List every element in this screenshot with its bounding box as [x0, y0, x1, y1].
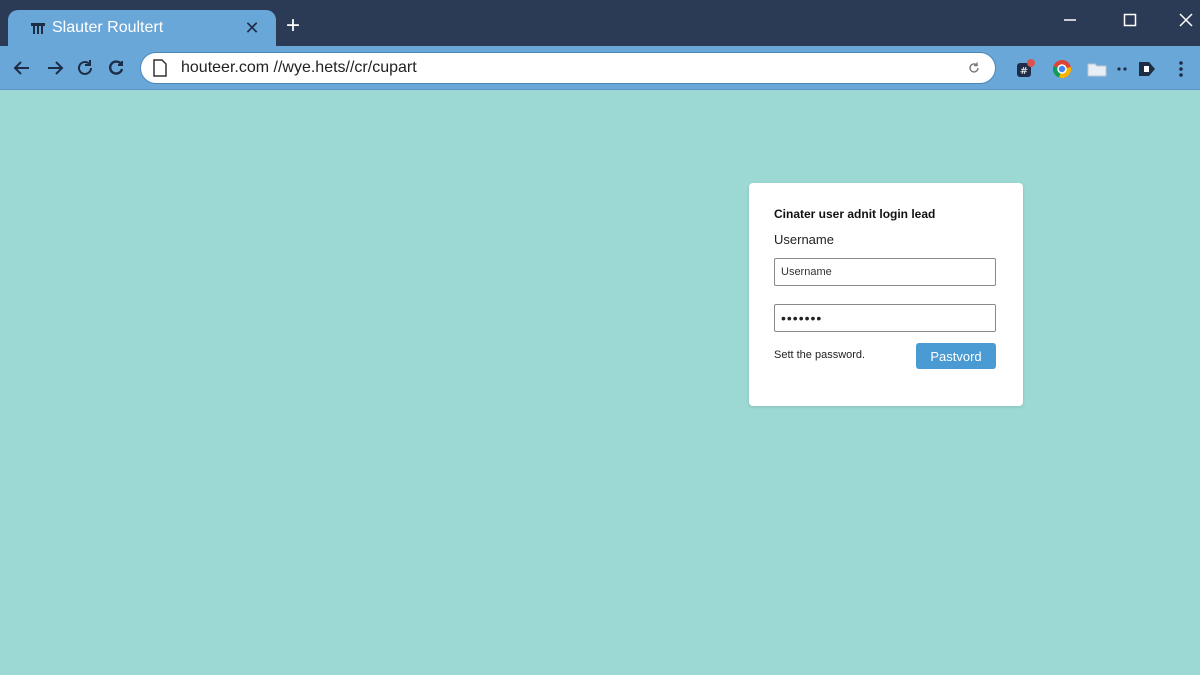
minimize-button[interactable] [1056, 8, 1084, 32]
login-card: Cinater user adnit login lead Username S… [749, 183, 1023, 406]
router-icon [30, 21, 46, 35]
login-title: Cinater user adnit login lead [774, 207, 936, 221]
menu-dots-icon[interactable] [1170, 58, 1192, 80]
refresh-button[interactable] [103, 54, 129, 82]
browser-toolbar: houteer.com //wye.hets//cr/cupart # [0, 46, 1200, 90]
page-icon [153, 59, 169, 77]
username-input[interactable] [774, 258, 996, 286]
forward-button[interactable] [42, 54, 68, 82]
new-tab-button[interactable]: + [282, 14, 304, 38]
reload-button[interactable] [72, 54, 98, 82]
maximize-button[interactable] [1116, 8, 1144, 32]
url-text[interactable]: houteer.com //wye.hets//cr/cupart [181, 59, 965, 77]
password-hint: Sett the password. [774, 349, 866, 361]
svg-text:#: # [1020, 66, 1028, 77]
back-button[interactable] [9, 54, 35, 82]
password-input[interactable] [774, 304, 996, 332]
puzzle-badge-icon[interactable]: # [1014, 58, 1036, 80]
browser-titlebar: Slauter Roultert ✕ + [0, 0, 1200, 46]
submit-button[interactable]: Pastvord [916, 343, 996, 369]
close-window-button[interactable] [1172, 8, 1200, 32]
profile-icon[interactable] [1136, 58, 1158, 80]
tab-title: Slauter Roultert [52, 19, 164, 36]
tab-close-icon[interactable]: ✕ [242, 18, 262, 39]
refresh-icon[interactable] [965, 59, 983, 77]
browser-tab[interactable]: Slauter Roultert ✕ [8, 10, 276, 46]
folder-icon[interactable] [1086, 58, 1108, 80]
address-bar[interactable]: houteer.com //wye.hets//cr/cupart [140, 52, 996, 84]
more-dots-icon[interactable] [1111, 58, 1133, 80]
username-label: Username [774, 232, 834, 247]
chrome-icon[interactable] [1051, 58, 1073, 80]
